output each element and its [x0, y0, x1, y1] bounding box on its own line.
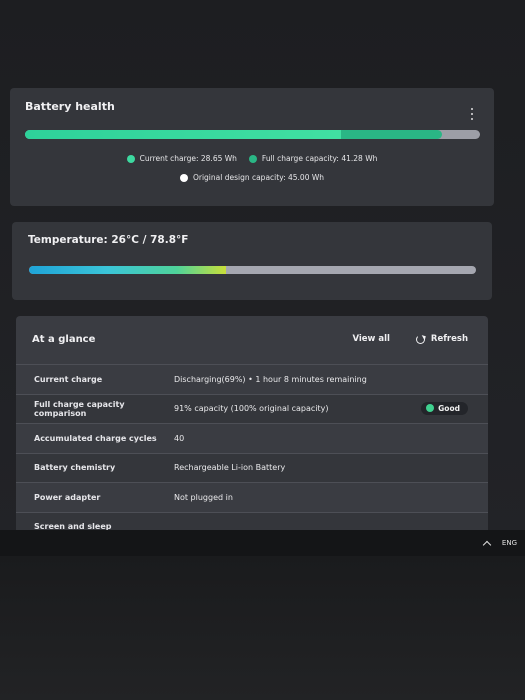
table-row: Accumulated charge cycles 40 [16, 423, 488, 453]
glance-actions: View all Refresh [352, 334, 468, 344]
taskbar: ENG [0, 530, 525, 556]
row-label: Battery chemistry [34, 463, 116, 473]
battery-health-bar [25, 130, 480, 139]
design-capacity-dot [179, 173, 188, 182]
table-row: Current charge Discharging(69%) • 1 hour… [16, 364, 488, 394]
current-charge-fill [25, 130, 341, 139]
temperature-card: Temperature: 26°C / 78.8°F [12, 222, 492, 300]
row-value: Not plugged in [174, 492, 233, 502]
table-row: Full charge capacity comparison 91% capa… [16, 393, 488, 423]
chevron-up-icon[interactable] [482, 540, 492, 549]
status-badge-label: Good [438, 403, 460, 413]
legend-row: Original design capacity: 45.00 Wh [10, 173, 494, 182]
row-value: Rechargeable Li-ion Battery [174, 463, 286, 473]
battery-health-card: Battery health Current charge: 28.65 Wh … [10, 88, 494, 206]
full-capacity-dot [248, 154, 257, 163]
glance-table: Current charge Discharging(69%) • 1 hour… [16, 364, 488, 540]
temperature-bar [29, 266, 476, 274]
row-value: 40 [174, 433, 185, 443]
temperature-title: Temperature: 26°C / 78.8°F [28, 234, 189, 246]
at-a-glance-title: At a glance [32, 334, 96, 345]
legend-design-label: Original design capacity: 45.00 Wh [192, 173, 325, 182]
monitor-bezel [0, 556, 525, 700]
legend-full-label: Full charge capacity: 41.28 Wh [261, 154, 378, 163]
row-label: Current charge [34, 374, 103, 384]
refresh-button[interactable]: Refresh [415, 334, 468, 344]
screen: Battery health Current charge: 28.65 Wh … [0, 0, 525, 540]
legend-current-label: Current charge: 28.65 Wh [139, 154, 237, 163]
legend-design: Original design capacity: 45.00 Wh [179, 173, 325, 182]
legend-current: Current charge: 28.65 Wh [126, 154, 237, 163]
table-row: Battery chemistry Rechargeable Li-ion Ba… [16, 452, 488, 482]
current-charge-dot [126, 154, 135, 163]
status-badge: Good [421, 401, 468, 415]
view-all-link[interactable]: View all [352, 334, 389, 344]
refresh-icon [415, 334, 425, 344]
legend-full: Full charge capacity: 41.28 Wh [248, 154, 378, 163]
battery-health-title: Battery health [25, 100, 115, 113]
row-label: Accumulated charge cycles [34, 433, 157, 443]
row-label: Power adapter [34, 492, 101, 502]
more-options-icon[interactable] [470, 108, 474, 120]
row-value: 91% capacity (100% original capacity) [174, 404, 329, 414]
temperature-fill [29, 266, 226, 274]
table-row: Power adapter Not plugged in [16, 482, 488, 512]
row-value: Discharging(69%) • 1 hour 8 minutes rema… [174, 374, 367, 384]
refresh-label: Refresh [430, 334, 468, 344]
row-label: Full charge capacity comparison [34, 399, 125, 418]
at-a-glance-card: At a glance View all Refresh Current cha… [16, 316, 488, 540]
legend-row: Current charge: 28.65 Wh Full charge cap… [10, 154, 494, 163]
good-status-dot [426, 404, 435, 412]
language-indicator[interactable]: ENG [502, 539, 517, 547]
